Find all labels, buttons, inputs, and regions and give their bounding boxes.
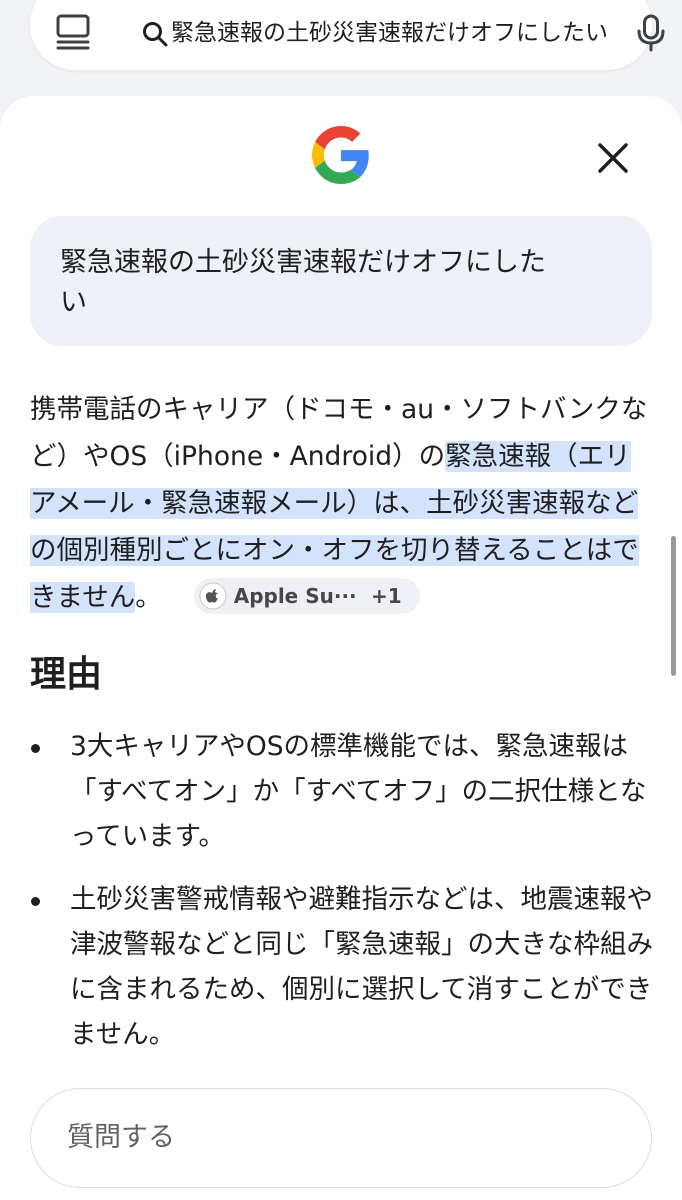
section-heading: 理由	[30, 654, 103, 695]
list-item: 3大キャリアやOSの標準機能では、緊急速報は「すべてオン」か「すべてオフ」の二択…	[30, 724, 655, 859]
list-item: 土砂災害警戒情報や避難指示などは、地震速報や津波警報などと同じ「緊急速報」の大き…	[30, 877, 655, 1057]
list-item-text: 土砂災害警戒情報や避難指示などは、地震速報や津波警報などと同じ「緊急速報」の大き…	[70, 884, 653, 1050]
user-query-line-1: 緊急速報の土砂災害速報だけオフにした	[60, 247, 546, 278]
mic-icon[interactable]	[634, 14, 668, 52]
ask-follow-up-input[interactable]: 質問する	[30, 1088, 652, 1188]
bullet-dot	[31, 744, 40, 753]
answer-text-end: 。	[135, 582, 162, 613]
source-chip[interactable]: Apple Su··· +1	[193, 577, 420, 614]
google-g-logo	[312, 126, 369, 184]
reason-list: 3大キャリアやOSの標準機能では、緊急速報は「すべてオン」か「すべてオフ」の二択…	[30, 724, 655, 1075]
user-query-line-2: い	[60, 287, 87, 318]
source-chip-count: +1	[371, 583, 402, 608]
answer-paragraph: 携帯電話のキャリア（ドコモ・au・ソフトバンクなど）やOS（iPhone・And…	[30, 386, 650, 621]
bullet-dot	[31, 897, 40, 906]
search-bar[interactable]: 緊急速報の土砂災害速報だけオフにしたい	[30, 0, 665, 70]
apple-icon	[199, 582, 227, 609]
close-icon[interactable]	[595, 140, 631, 176]
list-item-text: 3大キャリアやOSの標準機能では、緊急速報は「すべてオン」か「すべてオフ」の二択…	[70, 731, 647, 852]
source-chip-label: Apple Su···	[233, 583, 357, 608]
scrollbar[interactable]	[671, 536, 676, 676]
search-icon	[143, 22, 168, 47]
history-list-icon[interactable]	[56, 14, 90, 50]
search-query-text[interactable]: 緊急速報の土砂災害速報だけオフにしたい	[171, 18, 631, 48]
user-query-bubble: 緊急速報の土砂災害速報だけオフにした い	[30, 216, 652, 346]
